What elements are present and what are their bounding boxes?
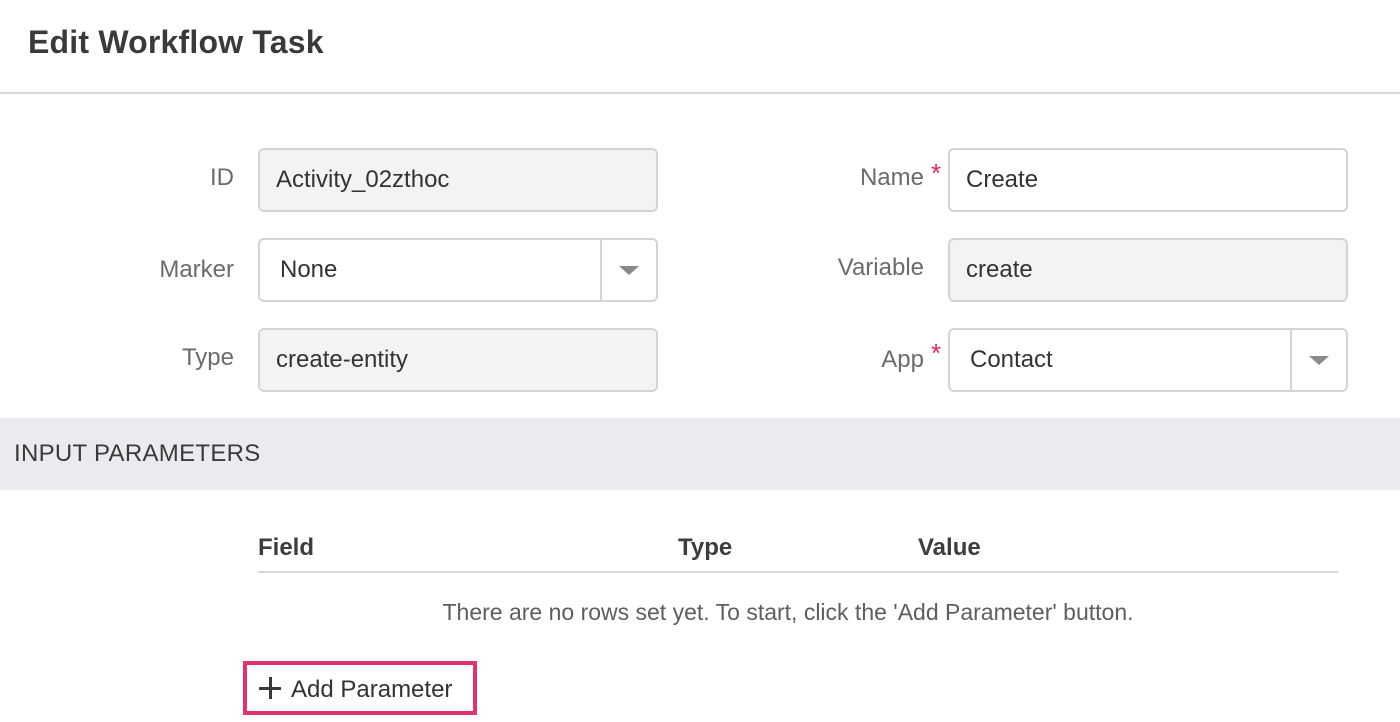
- empty-table-message: There are no rows set yet. To start, cli…: [442, 599, 1134, 625]
- app-label: App: [881, 346, 924, 373]
- variable-field[interactable]: create: [948, 238, 1348, 302]
- name-input[interactable]: Create: [948, 148, 1348, 212]
- section-title: INPUT PARAMETERS: [14, 440, 261, 467]
- column-header-field: Field: [258, 534, 315, 561]
- marker-select[interactable]: None: [258, 238, 658, 302]
- column-header-type: Type: [678, 534, 733, 561]
- add-parameter-label: Add Parameter: [291, 676, 453, 703]
- app-select-value: Contact: [970, 346, 1053, 373]
- app-dropdown-toggle[interactable]: [1290, 330, 1346, 390]
- id-field[interactable]: Activity_02zthoc: [258, 148, 658, 212]
- id-label: ID: [210, 164, 234, 191]
- chevron-down-icon: [619, 266, 639, 275]
- type-label: Type: [181, 344, 234, 371]
- add-parameter-button[interactable]: Add Parameter: [243, 661, 477, 715]
- name-label: Name: [859, 164, 924, 191]
- column-header-value: Value: [918, 534, 981, 561]
- marker-select-value: None: [280, 256, 338, 283]
- type-field[interactable]: create-entity: [258, 328, 658, 392]
- dialog-header: Edit Workflow Task: [0, 0, 1400, 94]
- variable-label: Variable: [837, 254, 924, 281]
- plus-icon: [259, 675, 285, 701]
- table-header-divider: [258, 571, 1338, 573]
- marker-label: Marker: [159, 256, 234, 283]
- app-select[interactable]: Contact: [948, 328, 1348, 392]
- chevron-down-icon: [1309, 356, 1329, 365]
- input-parameters-section-header: INPUT PARAMETERS: [0, 418, 1400, 490]
- app-required-mark: *: [931, 338, 942, 368]
- page-title: Edit Workflow Task: [28, 24, 324, 60]
- marker-dropdown-toggle[interactable]: [600, 240, 656, 300]
- name-required-mark: *: [931, 158, 942, 188]
